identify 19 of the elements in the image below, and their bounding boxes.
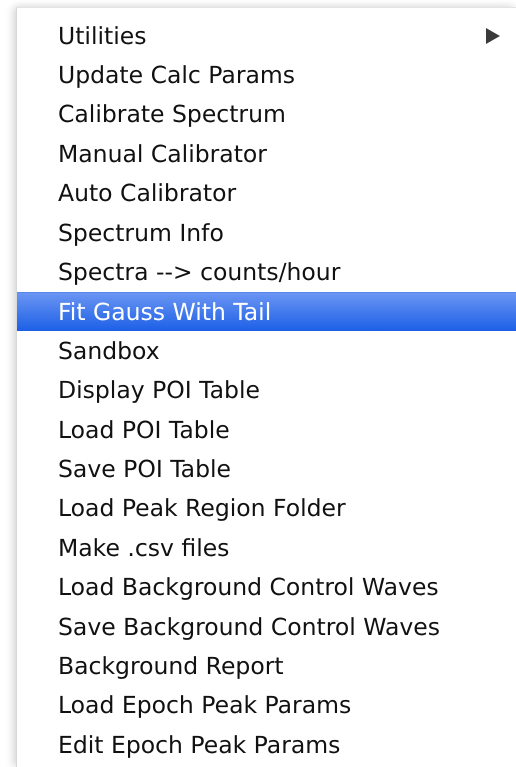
menu-item[interactable]: Spectrum Info [17, 212, 516, 252]
menu-item[interactable]: Sandbox [17, 331, 516, 371]
menu-item[interactable]: Save Background Control Waves [17, 606, 516, 646]
menu-item[interactable]: Edit Epoch Peak Params [17, 725, 516, 764]
menu-item[interactable]: Make .csv files [17, 528, 516, 568]
menu-item[interactable]: Load Peak Region Folder [17, 488, 516, 528]
menu-item[interactable]: Display POI Table [17, 370, 516, 410]
menu-item[interactable]: Auto Calibrator [17, 174, 516, 213]
menu-item[interactable]: Fit Gauss With Tail [17, 292, 516, 332]
menu-item[interactable]: Calibrate Spectrum [17, 94, 516, 134]
menu-item[interactable]: Save POI Table [17, 449, 516, 489]
menu-item[interactable]: Update Calc Params [17, 55, 516, 95]
menu-item[interactable]: Utilities [17, 16, 516, 56]
menu-item[interactable]: Load POI Table [17, 410, 516, 450]
menu-item[interactable]: Background Report [17, 646, 516, 686]
menu-item[interactable]: Manual Calibrator [17, 134, 516, 174]
menu-item[interactable]: Spectra --> counts/hour [17, 252, 516, 292]
menu-item[interactable]: Load Epoch Peak Params [17, 686, 516, 726]
menu-item[interactable]: Load Background Control Waves [17, 567, 516, 607]
